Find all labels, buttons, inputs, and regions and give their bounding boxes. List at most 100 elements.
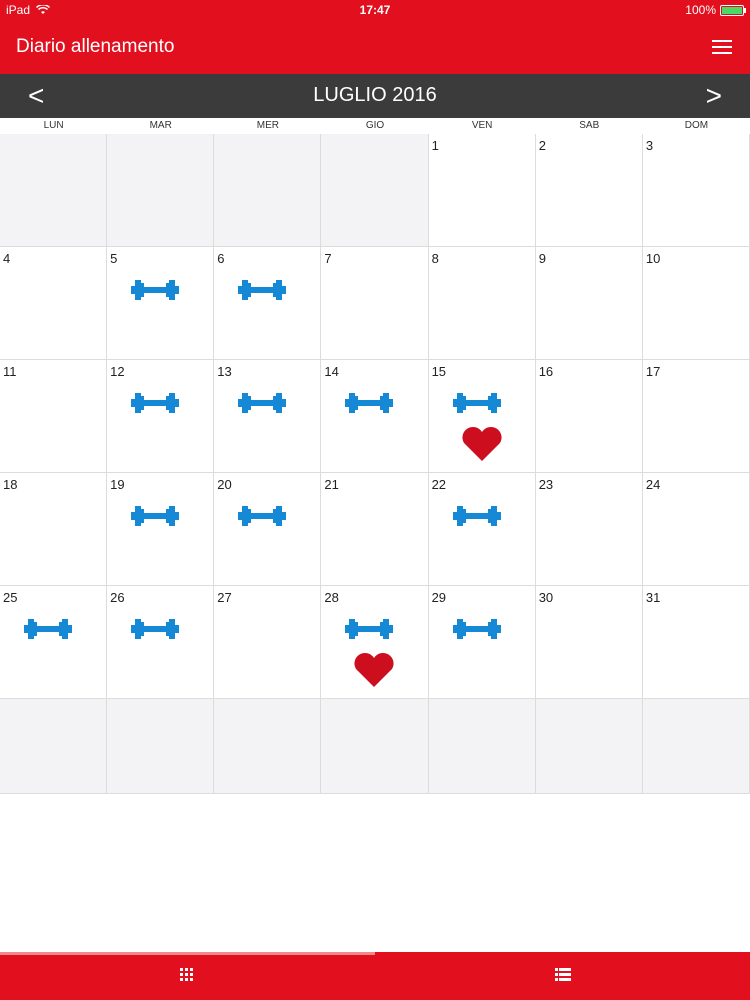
- battery-icon: [720, 4, 746, 16]
- calendar-day-23[interactable]: 23: [535, 473, 643, 586]
- dumbbell-icon: [452, 619, 501, 639]
- calendar-day-7[interactable]: 7: [321, 247, 429, 360]
- dumbbell-icon: [238, 506, 287, 526]
- day-number: 29: [431, 590, 447, 605]
- day-number: 31: [645, 590, 661, 605]
- day-number: 21: [324, 477, 339, 492]
- calendar-day-11[interactable]: 11: [0, 360, 108, 473]
- day-number: 25: [3, 590, 18, 605]
- day-number: 26: [110, 590, 125, 605]
- calendar-day-6[interactable]: 6: [214, 247, 322, 360]
- next-month-button[interactable]: >: [706, 80, 722, 112]
- weekday-label: MER: [256, 120, 279, 131]
- day-number: 12: [110, 364, 125, 379]
- day-number: 10: [645, 251, 661, 266]
- day-number: 6: [217, 251, 225, 266]
- tab-calendar[interactable]: [0, 952, 375, 1000]
- calendar-empty-cell: [0, 134, 108, 247]
- day-number: 19: [110, 477, 125, 492]
- calendar-day-3[interactable]: 3: [642, 134, 750, 247]
- dumbbell-icon: [452, 506, 501, 526]
- calendar-day-31[interactable]: 31: [642, 586, 750, 699]
- calendar-day-19[interactable]: 19: [107, 473, 215, 586]
- day-number: 30: [538, 590, 554, 605]
- calendar-day-20[interactable]: 20: [214, 473, 322, 586]
- status-time: 17:47: [359, 3, 391, 17]
- dumbbell-icon: [24, 619, 72, 639]
- heart-icon: [354, 652, 394, 687]
- calendar-day-21[interactable]: 21: [321, 473, 429, 586]
- day-number: 17: [645, 364, 661, 379]
- calendar-empty-cell: [535, 699, 643, 794]
- calendar-day-14[interactable]: 14: [321, 360, 429, 473]
- dumbbell-icon: [238, 280, 287, 300]
- day-number: 28: [324, 590, 339, 605]
- calendar-day-2[interactable]: 2: [535, 134, 643, 247]
- calendar-day-5[interactable]: 5: [107, 247, 215, 360]
- calendar-empty-cell: [214, 134, 322, 247]
- calendar-day-8[interactable]: 8: [428, 247, 536, 360]
- bottom-tab-bar: [0, 952, 750, 1000]
- dumbbell-icon: [131, 619, 180, 639]
- weekday-label: LUN: [43, 120, 64, 131]
- calendar-day-15[interactable]: 15: [428, 360, 536, 473]
- day-number: 22: [431, 477, 447, 492]
- weekday-label: DOM: [684, 120, 709, 131]
- weekday-header: LUN MAR MER GIO VEN SAB DOM: [0, 118, 750, 135]
- list-icon: [555, 968, 571, 981]
- heart-icon: [462, 426, 502, 461]
- calendar-day-26[interactable]: 26: [107, 586, 215, 699]
- dumbbell-icon: [345, 393, 394, 413]
- day-number: 4: [3, 251, 11, 266]
- app-bar: Diario allenamento: [0, 20, 750, 74]
- calendar-day-28[interactable]: 28: [321, 586, 429, 699]
- calendar-day-29[interactable]: 29: [428, 586, 536, 699]
- dumbbell-icon: [131, 506, 180, 526]
- calendar-day-27[interactable]: 27: [214, 586, 322, 699]
- dumbbell-icon: [238, 393, 287, 413]
- calendar-grid: 1 2 3 4 5 6 7 8 9 10 11 12 13 14 15 16 17 18 19 20 21 22 23 24 2…: [0, 134, 750, 794]
- calendar-day-1[interactable]: 1: [428, 134, 536, 247]
- dumbbell-icon: [131, 393, 180, 413]
- calendar-empty-cell: [214, 699, 322, 794]
- calendar-empty-cell: [107, 699, 215, 794]
- day-number: 2: [538, 138, 546, 153]
- day-number: 20: [217, 477, 232, 492]
- calendar-empty-cell: [321, 699, 429, 794]
- calendar-empty-cell: [428, 699, 536, 794]
- day-number: 18: [3, 477, 18, 492]
- calendar-day-12[interactable]: 12: [107, 360, 215, 473]
- calendar-day-18[interactable]: 18: [0, 473, 108, 586]
- day-number: 3: [645, 138, 654, 153]
- status-bar: iPad 17:47 100%: [0, 0, 750, 20]
- calendar-empty-cell: [0, 699, 108, 794]
- dumbbell-icon: [131, 280, 180, 300]
- calendar-day-16[interactable]: 16: [535, 360, 643, 473]
- day-number: 7: [324, 251, 332, 266]
- calendar-day-22[interactable]: 22: [428, 473, 536, 586]
- day-number: 24: [645, 477, 661, 492]
- day-number: 5: [110, 251, 118, 266]
- month-navigation: < LUGLIO 2016 >: [0, 74, 750, 118]
- tab-list[interactable]: [375, 952, 750, 1000]
- app-title: Diario allenamento: [16, 36, 175, 57]
- calendar-day-30[interactable]: 30: [535, 586, 643, 699]
- weekday-label: SAB: [579, 120, 600, 131]
- hamburger-menu-icon[interactable]: [712, 40, 732, 54]
- calendar-day-9[interactable]: 9: [535, 247, 643, 360]
- calendar-day-10[interactable]: 10: [642, 247, 750, 360]
- calendar-empty-cell: [107, 134, 215, 247]
- calendar-day-24[interactable]: 24: [642, 473, 750, 586]
- day-number: 8: [431, 251, 439, 266]
- calendar-day-13[interactable]: 13: [214, 360, 322, 473]
- calendar-empty-cell: [642, 699, 750, 794]
- day-number: 11: [3, 364, 17, 379]
- day-number: 1: [431, 138, 439, 153]
- day-number: 27: [217, 590, 232, 605]
- weekday-label: MAR: [149, 120, 172, 131]
- day-number: 13: [217, 364, 232, 379]
- day-number: 9: [538, 251, 546, 266]
- calendar-day-17[interactable]: 17: [642, 360, 750, 473]
- calendar-day-25[interactable]: 25: [0, 586, 108, 699]
- calendar-day-4[interactable]: 4: [0, 247, 108, 360]
